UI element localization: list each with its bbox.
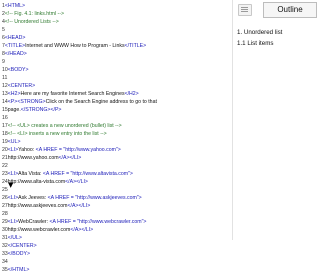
code-line: 24http://www.alta-vista.com</A></LI> (2, 179, 88, 185)
code-line: 27http://www.askjeeves.com</A></LI> (2, 203, 91, 209)
outline-item-list-items[interactable]: 1.1 List items (237, 40, 273, 47)
outline-tab[interactable]: Outline (263, 2, 317, 18)
code-line: 13<H2>Here are my favorite Internet Sear… (2, 91, 139, 97)
code-listing-pane: 1<HTML> 2<!-- Fig. 4.1: links.html --> 4<!… (0, 0, 210, 273)
code-line-text: <HTML> (4, 3, 26, 9)
outline-panel: Outline 1. Unordered list 1.1 List items (232, 0, 320, 240)
code-line-text: <!-- <LI> inserts a new entry into the l… (7, 131, 107, 137)
code-line-text: <H2>Here are my favorite Internet Search… (7, 91, 139, 97)
code-line-text: <LI>WebCrawler: <A HREF = "http://www.we… (7, 219, 147, 225)
code-line-text: <BODY> (7, 67, 29, 73)
code-line: 12<CENTER> (2, 83, 36, 89)
code-line-text: </CENTER> (7, 243, 37, 249)
cursor-marker-icon: ▼ (8, 181, 14, 189)
code-line-text: </BODY> (7, 251, 30, 257)
outline-view-icon[interactable] (238, 4, 252, 16)
code-line-text: </HTML> (7, 267, 30, 273)
code-line: 9 (2, 59, 5, 65)
code-line-text: <!-- <UL> creates a new unordered (bulle… (7, 123, 122, 129)
code-line-text: <CENTER> (7, 83, 36, 89)
code-line-text: http://www.alta-vista.com</A></LI> (7, 179, 88, 185)
code-line-text: <!-- Fig. 4.1: links.html --> (4, 11, 64, 17)
outline-header: Outline (233, 0, 320, 18)
code-line: 21http://www.yahoo.com</A></LI> (2, 155, 82, 161)
code-line: 19<UL> (2, 139, 21, 145)
code-line: 14<P><STRONG>Click on the Search Engine … (2, 99, 157, 105)
code-line: 4<!-- Unordered Lists --> (2, 19, 59, 25)
code-line-text: http://www.yahoo.com</A></LI> (7, 155, 82, 161)
code-lines: 1<HTML> 2<!-- Fig. 4.1: links.html --> 4<!… (2, 2, 208, 274)
code-line-text: <!-- Unordered Lists --> (4, 19, 59, 25)
code-line: 28 (2, 211, 8, 217)
code-line: 22 (2, 163, 8, 169)
code-line-text: http://www.webcrawler.com</A></LI> (7, 227, 94, 233)
code-line: 10<BODY> (2, 67, 29, 73)
code-line: 35</HTML> (2, 267, 30, 273)
code-line: 17<!-- <UL> creates a new unordered (bul… (2, 123, 122, 129)
code-line-text: <LI>Yahoo: <A HREF = "http://www.yahoo.c… (7, 147, 121, 153)
code-line-text: <LI>Ask Jeeves: <A HREF = "http://www.as… (7, 195, 142, 201)
code-line: 29<LI>WebCrawler: <A HREF = "http://www.… (2, 219, 147, 225)
code-line: 11 (2, 75, 8, 81)
code-line-text: </UL> (7, 235, 22, 241)
code-line: 33</BODY> (2, 251, 30, 257)
code-line-text: <LI>Alta Vista: <A HREF = "http://www.al… (7, 171, 133, 177)
code-line: 8</HEAD> (2, 51, 27, 57)
code-line-text: http://www.askjeeves.com</A></LI> (7, 203, 91, 209)
code-line-text: <TITLE>Internet and WWW How to Program -… (4, 43, 147, 49)
code-line: 30http://www.webcrawler.com</A></LI> (2, 227, 94, 233)
outline-item-unordered-list[interactable]: 1. Unordered list (237, 29, 282, 36)
code-line: 7<TITLE>Internet and WWW How to Program … (2, 43, 147, 49)
code-line-text: <UL> (7, 139, 21, 145)
code-line: 16 (2, 115, 8, 121)
code-line: 6<HEAD> (2, 35, 26, 41)
code-line: 25 (2, 187, 8, 193)
code-line: 26<LI>Ask Jeeves: <A HREF = "http://www.… (2, 195, 142, 201)
code-line-text: <P><STRONG>Click on the Search Engine ad… (7, 99, 157, 105)
code-line: 31</UL> (2, 235, 22, 241)
code-line-text: <HEAD> (4, 35, 26, 41)
code-line: 20<LI>Yahoo: <A HREF = "http://www.yahoo… (2, 147, 121, 153)
code-line: 18<!-- <LI> inserts a new entry into the… (2, 131, 107, 137)
code-line: 34 (2, 259, 8, 265)
code-line: 32</CENTER> (2, 243, 37, 249)
code-line: 5 (2, 27, 5, 33)
code-line: 2<!-- Fig. 4.1: links.html --> (2, 11, 64, 17)
code-line: 1<HTML> (2, 3, 26, 9)
code-line: 23<LI>Alta Vista: <A HREF = "http://www.… (2, 171, 133, 177)
code-line: 15page.</STRONG></P> (2, 107, 62, 113)
code-line-text: page.</STRONG></P> (7, 107, 62, 113)
code-line-text: </HEAD> (4, 51, 27, 57)
